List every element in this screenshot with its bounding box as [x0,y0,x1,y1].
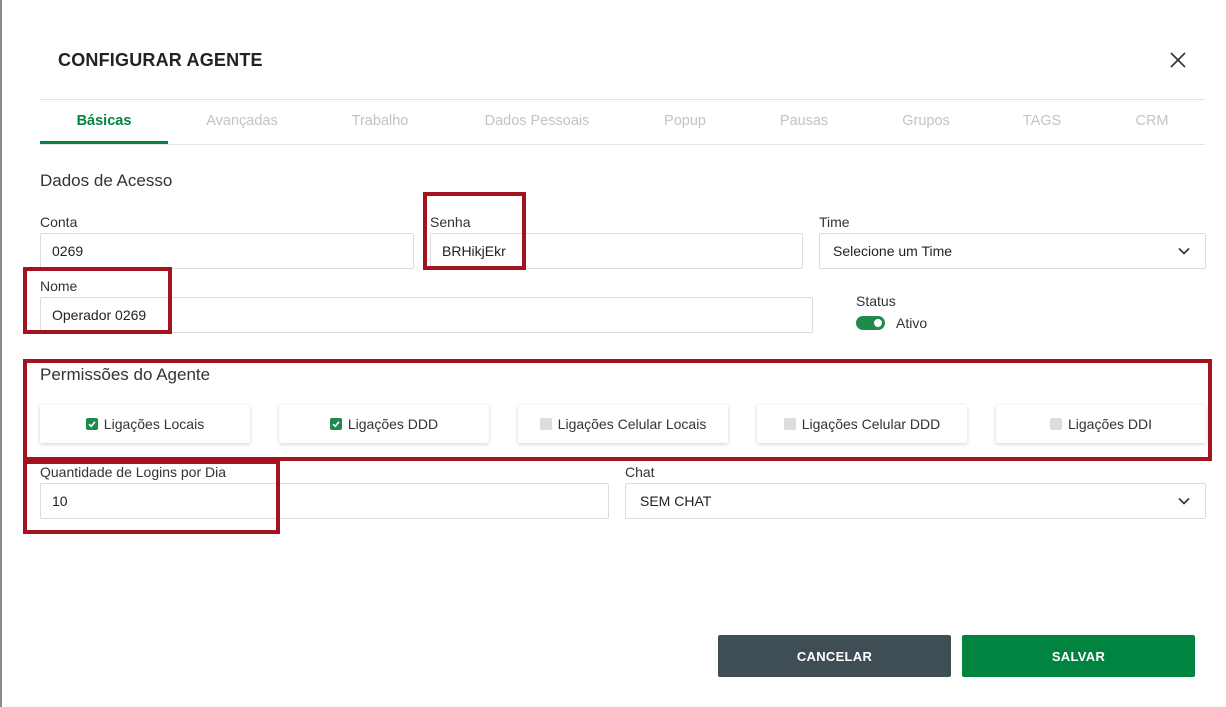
tab-avancadas[interactable]: Avançadas [178,113,306,129]
status-value: Ativo [896,315,928,331]
tab-crm[interactable]: CRM [1088,113,1216,129]
tab-popup[interactable]: Popup [622,113,748,129]
highlight-permissions [23,359,1212,461]
tab-dados-pessoais[interactable]: Dados Pessoais [462,113,612,129]
tab-pausas[interactable]: Pausas [740,113,868,129]
tab-basicas[interactable]: Básicas [40,113,168,129]
highlight-logins [23,460,280,534]
close-icon[interactable] [1166,48,1190,72]
highlight-nome [23,267,172,334]
tab-trabalho[interactable]: Trabalho [316,113,444,129]
tab-grupos[interactable]: Grupos [862,113,990,129]
chevron-down-icon [1178,497,1190,505]
toggle-knob [874,319,882,327]
time-label: Time [819,214,850,230]
cancel-button[interactable]: CANCELAR [718,635,951,677]
chat-label: Chat [625,464,655,480]
conta-input[interactable]: 0269 [40,233,414,269]
window-left-edge [0,0,2,707]
dialog-title: CONFIGURAR AGENTE [58,50,263,70]
header-divider [40,99,1205,100]
time-select[interactable]: Selecione um Time [819,233,1206,269]
time-select-value: Selecione um Time [833,243,953,259]
chat-select-value: SEM CHAT [640,493,712,509]
highlight-senha [423,192,526,270]
status-toggle[interactable] [856,316,885,330]
status-label: Status [856,293,896,309]
chat-select[interactable]: SEM CHAT [625,483,1206,519]
section-title-access: Dados de Acesso [40,171,173,190]
tabs-divider [40,144,1205,145]
conta-label: Conta [40,214,78,230]
save-button[interactable]: SALVAR [962,635,1195,677]
tab-tags[interactable]: TAGS [978,113,1106,129]
chevron-down-icon [1178,247,1190,255]
